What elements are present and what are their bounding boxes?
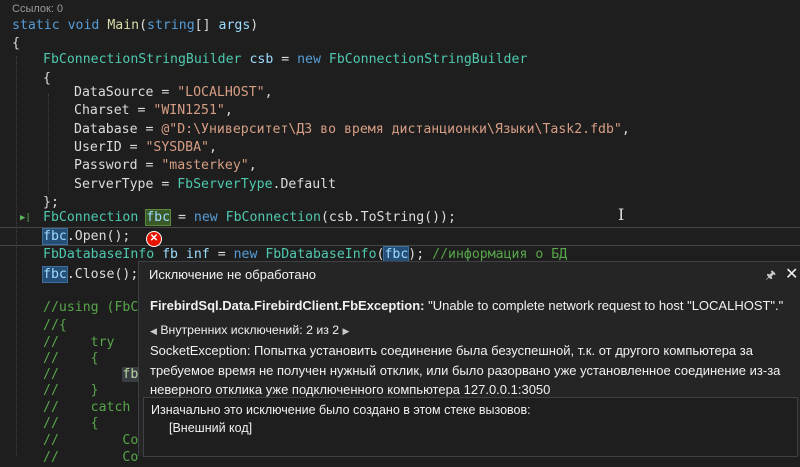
exception-title: Исключение не обработано xyxy=(149,267,317,282)
inner-exceptions-label: Внутренних исключений: 2 из 2 xyxy=(160,323,340,337)
code-line[interactable]: UserID = "SYSDBA", xyxy=(74,138,217,157)
call-stack-box: Изначально это исключение было создано в… xyxy=(143,397,798,457)
code-line[interactable]: static void Main(string[] args) xyxy=(12,16,258,35)
code-line[interactable]: { xyxy=(12,34,20,53)
chevron-left-icon[interactable]: ◀ xyxy=(150,326,157,336)
exception-message: FirebirdSql.Data.FirebirdClient.FbExcept… xyxy=(150,298,784,313)
codelens-references[interactable]: Ссылок: 0 xyxy=(12,3,63,15)
code-line[interactable]: // Co xyxy=(43,448,138,467)
code-line[interactable]: ServerType = FbServerType.Default xyxy=(74,175,336,194)
code-line[interactable]: FbConnection fbc = new FbConnection(csb.… xyxy=(43,208,456,227)
code-line[interactable]: DataSource = "LOCALHOST", xyxy=(74,83,273,102)
code-line[interactable]: Database = @"D:\Университет\ДЗ во время … xyxy=(74,120,630,139)
pin-icon[interactable]: 🖈 xyxy=(765,266,776,287)
code-line[interactable]: fbc.Close(); xyxy=(42,265,138,284)
indent-guide xyxy=(16,56,17,456)
text-cursor-icon: I xyxy=(618,205,625,224)
call-stack-header: Изначально это исключение было создано в… xyxy=(151,403,531,417)
code-line[interactable]: //using (FbC xyxy=(43,298,138,317)
chevron-right-icon[interactable]: ▶ xyxy=(343,326,350,336)
indent-guide xyxy=(48,94,49,194)
close-icon[interactable]: ✕ xyxy=(785,264,798,284)
code-line[interactable]: { xyxy=(43,69,51,88)
run-to-here-icon[interactable]: ▶| xyxy=(20,213,31,223)
code-line[interactable]: FbConnectionStringBuilder csb = new FbCo… xyxy=(43,50,527,69)
code-line-current[interactable]: fbc.Open(); xyxy=(42,227,130,246)
code-line[interactable]: Password = "masterkey", xyxy=(74,156,257,175)
call-stack-item[interactable]: [Внешний код] xyxy=(169,421,252,435)
code-line[interactable]: Charset = "WIN1251", xyxy=(74,101,233,120)
inner-exceptions-navigator[interactable]: ◀ Внутренних исключений: 2 из 2 ▶ xyxy=(150,323,349,337)
exception-helper-popup[interactable]: Исключение не обработано 🖈 ✕ FirebirdSql… xyxy=(138,261,800,457)
socket-exception-message: SocketException: Попытка установить соед… xyxy=(150,343,781,397)
